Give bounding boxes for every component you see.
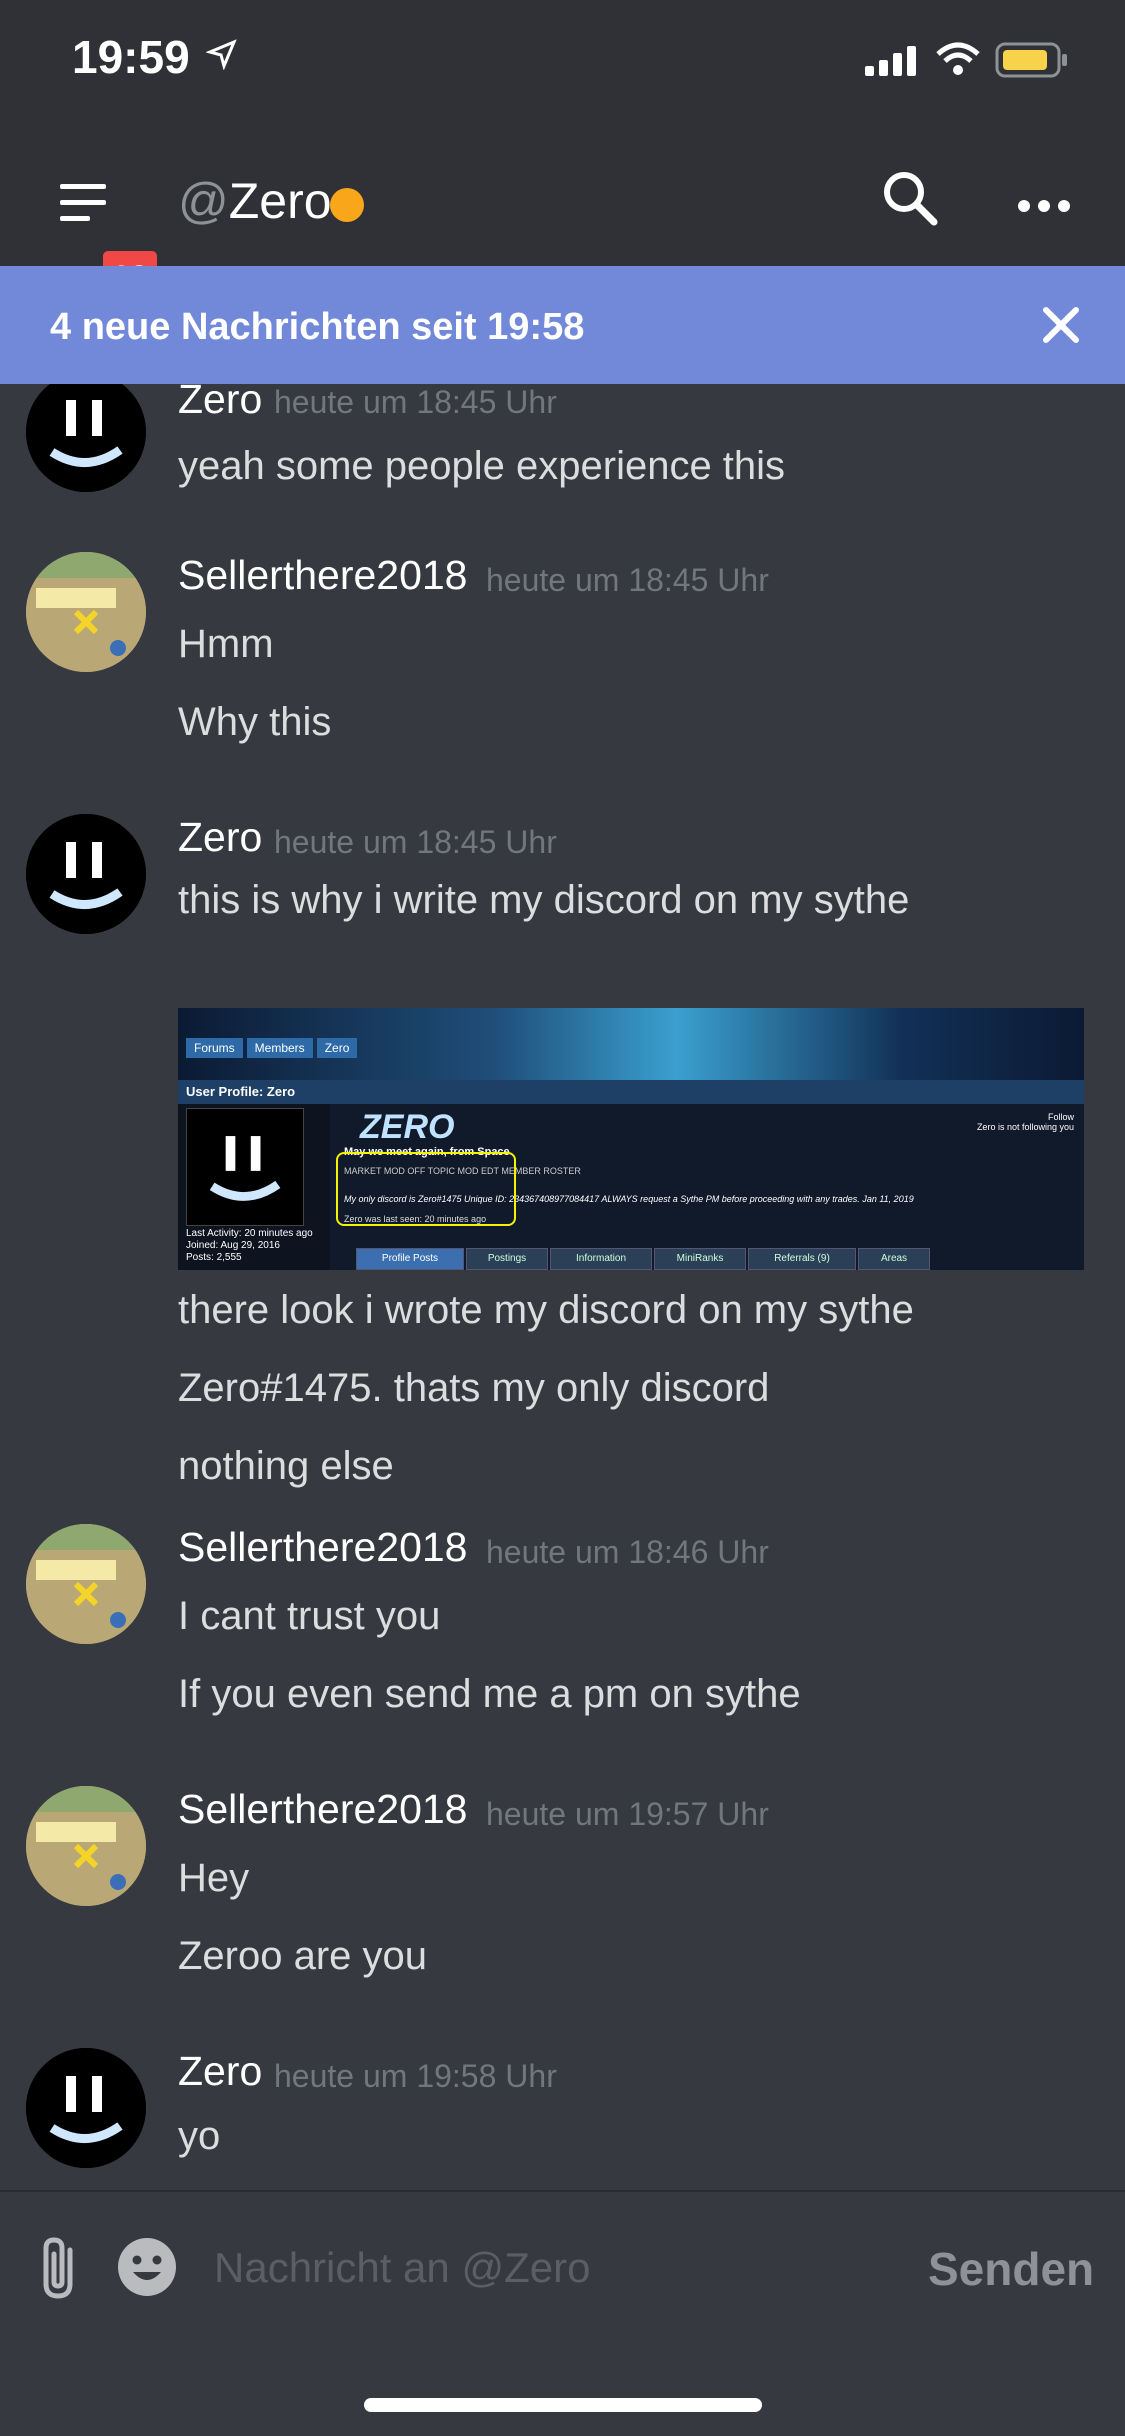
message-list[interactable]: Zero heute um 18:45 Uhr yeah some people…: [0, 384, 1125, 2190]
message-text: Hmm: [178, 622, 274, 666]
message-text: yeah some people experience this: [178, 444, 786, 488]
message-text: Why this: [178, 700, 332, 744]
embed-crumb: Members: [246, 1038, 313, 1058]
message-text: Zero#1475. thats my only discord: [178, 1366, 770, 1410]
message-input[interactable]: [212, 2232, 876, 2304]
avatar[interactable]: [26, 1786, 146, 1906]
zero-avatar-image: [26, 2048, 146, 2168]
menu-button[interactable]: 19: [52, 180, 162, 310]
chat-header: 19 @Zero: [0, 120, 1125, 310]
map-avatar-image: [26, 552, 146, 672]
message-text: yo: [178, 2114, 221, 2158]
message-timestamp: heute um 18:46 Uhr: [486, 1534, 769, 1570]
embed-crumb: Forums: [186, 1038, 243, 1058]
home-indicator[interactable]: [364, 2398, 762, 2412]
embed-follow-note: Zero is not following you: [976, 1122, 1074, 1132]
avatar[interactable]: [26, 814, 146, 934]
message-text: I cant trust you: [178, 1594, 441, 1638]
zero-avatar-image: [26, 814, 146, 934]
battery-icon: [995, 42, 1067, 78]
message-username[interactable]: Zero: [178, 814, 262, 861]
map-avatar-image: [26, 1786, 146, 1906]
message-timestamp: heute um 18:45 Uhr: [274, 824, 557, 860]
cellular-signal-icon: [865, 46, 916, 76]
idle-status-indicator: [330, 188, 364, 222]
new-messages-text: 4 neue Nachrichten seit 19:58: [50, 306, 585, 348]
message-timestamp: heute um 19:57 Uhr: [486, 1796, 769, 1832]
embed-tab: Information: [550, 1248, 652, 1270]
embed-follow-label: Follow: [1047, 1112, 1074, 1122]
avatar[interactable]: [26, 552, 146, 672]
close-icon[interactable]: [1038, 302, 1084, 348]
message-text: there look i wrote my discord on my syth…: [178, 1288, 914, 1332]
avatar[interactable]: [26, 384, 146, 492]
embed-logo: ZERO: [360, 1108, 455, 1146]
more-options-icon[interactable]: [1016, 198, 1072, 214]
embed-profile-bar: User Profile: Zero: [178, 1080, 1084, 1104]
embed-avatar-image: [209, 1136, 281, 1201]
send-button[interactable]: Senden: [928, 2242, 1094, 2296]
status-time: 19:59: [72, 31, 190, 83]
message-composer: Senden: [0, 2190, 1125, 2362]
location-arrow-icon: [206, 39, 237, 70]
embed-tab: Profile Posts: [356, 1248, 464, 1270]
message-username[interactable]: Sellerthere2018: [178, 1524, 467, 1571]
map-avatar-image: [26, 1524, 146, 1644]
embed-profile-panel: ZERO May we meet again, from Space Follo…: [330, 1104, 1084, 1270]
wifi-icon: [936, 42, 980, 75]
embed-stat: Last Activity: 20 minutes ago: [186, 1228, 313, 1239]
embed-tab: Referrals (9): [748, 1248, 856, 1270]
zero-avatar-image: [26, 384, 146, 492]
embed-yellow-highlight: [336, 1152, 516, 1226]
embed-breadcrumb: Forums Members Zero: [186, 1038, 361, 1058]
channel-title[interactable]: @Zero: [178, 172, 332, 230]
embed-tabs: Profile Posts Postings Information MiniR…: [178, 1248, 1084, 1270]
message-timestamp: heute um 19:58 Uhr: [274, 2058, 557, 2094]
embed-follow: Follow Zero is not following you: [977, 1112, 1074, 1132]
channel-name: Zero: [228, 173, 332, 229]
embed-profile-picture: [186, 1108, 304, 1226]
message-text: If you even send me a pm on sythe: [178, 1672, 801, 1716]
image-attachment[interactable]: Forums Members Zero User Profile: Zero Las…: [178, 1008, 1084, 1270]
hamburger-icon: [60, 184, 106, 221]
message-text: nothing else: [178, 1444, 394, 1488]
message-text: this is why i write my discord on my syt…: [178, 878, 910, 922]
emoji-icon[interactable]: [116, 2236, 178, 2298]
message-text: Hey: [178, 1856, 250, 1900]
message-username[interactable]: Zero: [178, 2048, 262, 2095]
message-timestamp: heute um 18:45 Uhr: [274, 384, 557, 420]
avatar[interactable]: [26, 2048, 146, 2168]
message-username[interactable]: Sellerthere2018: [178, 552, 467, 599]
at-symbol: @: [178, 173, 229, 229]
search-icon[interactable]: [880, 168, 940, 228]
new-messages-banner[interactable]: 4 neue Nachrichten seit 19:58: [0, 266, 1125, 384]
embed-crumb: Zero: [316, 1038, 358, 1058]
embed-tab: Areas: [858, 1248, 930, 1270]
embed-tab: MiniRanks: [654, 1248, 746, 1270]
embed-date: Jan 11, 2019: [862, 1194, 914, 1204]
message-text: Zeroo are you: [178, 1934, 428, 1978]
message-username[interactable]: Sellerthere2018: [178, 1786, 467, 1833]
embed-tab: Postings: [466, 1248, 548, 1270]
message-username[interactable]: Zero: [178, 384, 262, 423]
message-timestamp: heute um 18:45 Uhr: [486, 562, 769, 598]
status-bar: 19:59: [0, 0, 1125, 120]
avatar[interactable]: [26, 1524, 146, 1644]
paperclip-icon[interactable]: [36, 2236, 80, 2302]
